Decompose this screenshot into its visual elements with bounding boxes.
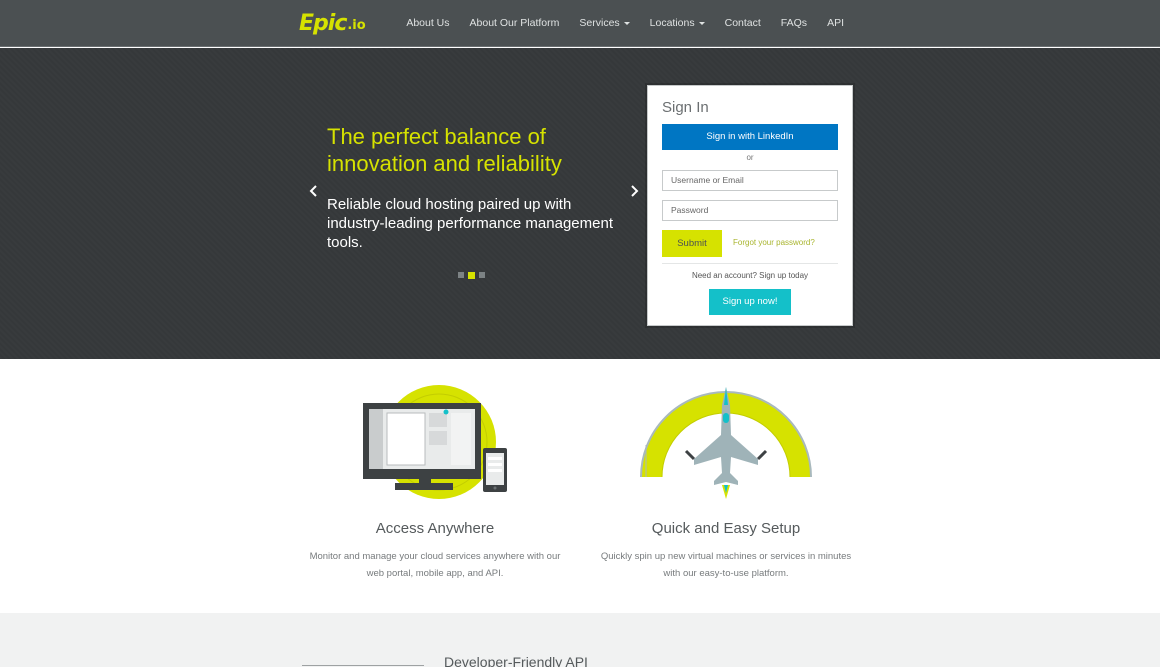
nav-item-label: FAQs [780,17,808,29]
nav-item-label: Locations [649,17,695,29]
logo-suffix-text: .io [347,18,366,33]
nav-item-label: About Us [406,17,450,29]
decorative-line [302,665,424,666]
nav-item-about-platform[interactable]: About Our Platform [460,0,570,46]
hero-title: The perfect balance of innovation and re… [327,124,562,176]
nav-item-label: API [827,17,844,29]
linkedin-signin-button[interactable]: Sign in with LinkedIn [662,124,838,150]
logo-main-text: Epic [299,11,347,36]
top-navbar: Epic .io About Us About Our Platform Ser… [0,0,1160,47]
feature-quick-setup: Quick and Easy Setup Quickly spin up new… [598,385,854,582]
need-account-text: Need an account? Sign up today [691,271,809,280]
nav-item-about-us[interactable]: About Us [396,0,459,46]
hero-carousel: The perfect balance of innovation and re… [0,48,1160,359]
carousel-dot-active[interactable] [468,271,475,279]
hero-text: Reliable cloud hosting paired up with in… [327,196,613,251]
feature-description-line: Monitor and manage your cloud services a… [309,551,561,562]
forgot-password-link[interactable]: Forgot your password? [733,238,815,247]
logo[interactable]: Epic .io [299,11,366,37]
nav-item-contact[interactable]: Contact [715,0,771,46]
chevron-left-icon[interactable] [304,181,324,201]
feature-title: Quick and Easy Setup [651,520,801,537]
nav-item-faqs[interactable]: FAQs [771,0,817,46]
feature-description: Monitor and manage your cloud services a… [307,548,563,582]
devices-icon [307,385,563,500]
nav-item-api[interactable]: API [817,0,854,46]
signin-panel: Sign In Sign in with LinkedIn or Usernam… [647,85,853,326]
username-input[interactable]: Username or Email [662,170,838,191]
api-section: Developer-Friendly API [0,613,1160,667]
nav-links: About Us About Our Platform Services Loc… [396,0,854,46]
caret-down-icon [698,21,705,25]
nav-item-locations[interactable]: Locations [640,0,715,46]
signin-title: Sign In [662,99,709,116]
carousel-dot[interactable] [458,272,464,278]
nav-item-label: About Our Platform [469,17,560,29]
or-separator: or [746,153,754,162]
password-input[interactable]: Password [662,200,838,221]
carousel-dot[interactable] [479,272,485,278]
submit-button[interactable]: Submit [662,230,722,257]
caret-down-icon [623,21,630,25]
feature-access-anywhere: Access Anywhere Monitor and manage your … [307,385,563,582]
chevron-right-icon[interactable] [624,181,644,201]
nav-item-label: Contact [724,17,761,29]
signup-button[interactable]: Sign up now! [709,289,791,315]
feature-description-line: Quickly spin up new virtual machines or … [600,551,852,562]
feature-description: Quickly spin up new virtual machines or … [598,548,854,582]
feature-description-line: web portal, mobile app, and API. [366,568,504,579]
jet-gauge-icon [598,385,854,500]
nav-item-label: Services [579,17,620,29]
feature-title: Access Anywhere [375,520,495,537]
divider [662,263,838,264]
section-title: Developer-Friendly API [444,654,588,667]
nav-item-services[interactable]: Services [569,0,639,46]
carousel-indicators [458,271,485,279]
feature-description-line: with our easy-to-use platform. [663,568,789,579]
